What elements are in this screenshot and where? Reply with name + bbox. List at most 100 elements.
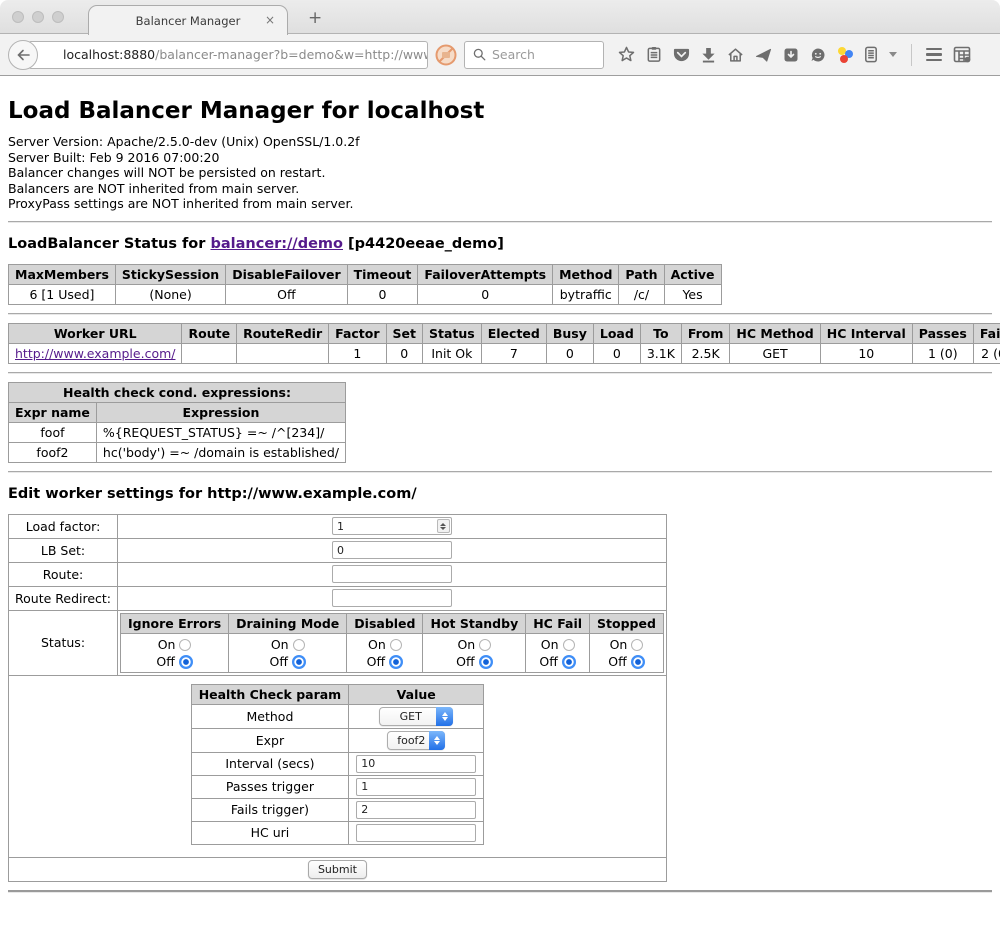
status-radio-row: OnOff OnOff OnOff OnOff OnOff OnOff — [121, 633, 664, 672]
server-version-line: Server Version: Apache/2.5.0-dev (Unix) … — [8, 134, 992, 150]
downloads-icon[interactable] — [701, 47, 716, 63]
hot-standby-on-radio[interactable] — [479, 639, 491, 651]
hc-uri-input[interactable] — [356, 824, 476, 842]
balancer-status-heading: LoadBalancer Status for balancer://demo … — [8, 236, 992, 252]
lb-set-label: LB Set: — [9, 538, 118, 562]
route-label: Route: — [9, 562, 118, 586]
form-row-route-redirect: Route Redirect: — [9, 586, 667, 610]
ignore-errors-off-radio[interactable] — [179, 655, 193, 669]
divider — [8, 372, 992, 374]
proxypass-note-line: ProxyPass settings are NOT inherited fro… — [8, 196, 992, 212]
submit-button[interactable]: Submit — [308, 860, 367, 879]
form-row-load-factor: Load factor: — [9, 514, 667, 538]
status-table: Ignore Errors Draining Mode Disabled Hot… — [120, 613, 664, 673]
zoom-window-button[interactable] — [52, 11, 64, 23]
tab-balancer-manager[interactable]: Balancer Manager × — [88, 5, 288, 35]
table-header-row: Ignore Errors Draining Mode Disabled Hot… — [121, 613, 664, 633]
minimize-window-button[interactable] — [32, 11, 44, 23]
stopped-on-radio[interactable] — [631, 639, 643, 651]
form-row-submit: Submit — [9, 857, 667, 881]
tab-title: Balancer Manager — [136, 14, 241, 28]
health-check-expressions-table: Health check cond. expressions: Expr nam… — [8, 382, 346, 463]
close-window-button[interactable] — [12, 11, 24, 23]
page-content: Load Balancer Manager for localhost Serv… — [0, 98, 1000, 893]
search-icon — [473, 48, 486, 61]
page-title: Load Balancer Manager for localhost — [8, 98, 992, 124]
draining-mode-on-radio[interactable] — [293, 639, 305, 651]
feedback-smiley-icon[interactable] — [810, 47, 826, 63]
route-redirect-input[interactable] — [332, 589, 452, 607]
bookmark-star-icon[interactable] — [618, 46, 635, 63]
search-bar[interactable]: Search — [464, 41, 604, 69]
hc-fails-row: Fails trigger) — [191, 798, 484, 821]
select-stepper-icon — [429, 731, 445, 750]
table-row: foof2 hc('body') =~ /domain is establish… — [9, 442, 346, 462]
back-button[interactable] — [8, 40, 38, 70]
hc-fail-on-radio[interactable] — [563, 639, 575, 651]
lb-set-input[interactable] — [332, 541, 452, 559]
select-stepper-icon — [436, 707, 453, 726]
form-row-health-check: Health Check param Value Method GET — [9, 675, 667, 857]
draining-mode-off-radio[interactable] — [292, 655, 306, 669]
persist-note-line: Balancer changes will NOT be persisted o… — [8, 165, 992, 181]
hc-method-select[interactable]: GET — [379, 707, 453, 726]
table-row: 6 [1 Used] (None) Off 0 0 bytraffic /c/ … — [9, 284, 722, 304]
server-built-line: Server Built: Feb 9 2016 07:00:20 — [8, 150, 992, 166]
home-icon[interactable] — [727, 47, 744, 63]
adblock-icon[interactable] — [434, 43, 458, 67]
hc-interval-label: Interval (secs) — [191, 752, 349, 775]
hc-uri-label: HC uri — [191, 821, 349, 844]
health-check-param-table: Health Check param Value Method GET — [191, 684, 485, 845]
divider — [8, 890, 992, 893]
tab-close-icon[interactable]: × — [263, 13, 277, 27]
stopped-off-radio[interactable] — [631, 655, 645, 669]
reading-list-icon[interactable] — [646, 46, 662, 63]
hc-expr-select[interactable]: foof2 — [387, 731, 445, 750]
number-spinner-icon[interactable] — [437, 519, 450, 533]
send-icon[interactable] — [755, 47, 772, 63]
table-row: foof %{REQUEST_STATUS} =~ /^[234]/ — [9, 422, 346, 442]
new-tab-button[interactable]: + — [300, 8, 330, 28]
route-input[interactable] — [332, 565, 452, 583]
table-title-row: Health check cond. expressions: — [9, 382, 346, 402]
ignore-errors-on-radio[interactable] — [179, 639, 191, 651]
navigation-toolbar: localhost:8880/balancer-manager?b=demo&w… — [0, 34, 1000, 76]
disabled-off-radio[interactable] — [389, 655, 403, 669]
sidebar-grid-icon[interactable] — [953, 46, 971, 63]
hc-fails-label: Fails trigger) — [191, 798, 349, 821]
extension-square-icon[interactable] — [783, 47, 799, 63]
pocket-icon[interactable] — [673, 47, 690, 63]
table-header-row: Worker URL Route RouteRedir Factor Set S… — [9, 323, 1000, 343]
edit-worker-form: Load factor: LB Set: Route: Route Redire… — [8, 514, 667, 882]
toolbar-icons — [618, 44, 971, 66]
table-header-row: MaxMembers StickySession DisableFailover… — [9, 264, 722, 284]
worker-url-link[interactable]: http://www.example.com/ — [15, 346, 175, 361]
table-row: http://www.example.com/ 1 0 Init Ok 7 0 … — [9, 343, 1000, 363]
container-extension-icon[interactable] — [864, 46, 878, 63]
disabled-on-radio[interactable] — [390, 639, 402, 651]
colors-extension-icon[interactable] — [837, 47, 853, 63]
hc-interval-input[interactable] — [356, 755, 476, 773]
search-placeholder: Search — [492, 47, 535, 62]
hc-uri-row: HC uri — [191, 821, 484, 844]
hc-fail-off-radio[interactable] — [562, 655, 576, 669]
balancer-demo-link[interactable]: balancer://demo — [210, 236, 343, 252]
hc-fails-input[interactable] — [356, 801, 476, 819]
hc-passes-row: Passes trigger — [191, 775, 484, 798]
inherit-note-line: Balancers are NOT inherited from main se… — [8, 181, 992, 197]
hc-method-label: Method — [191, 704, 349, 728]
hc-expr-row: Expr foof2 — [191, 728, 484, 752]
route-redirect-label: Route Redirect: — [9, 586, 118, 610]
url-bar[interactable]: localhost:8880/balancer-manager?b=demo&w… — [28, 41, 428, 69]
hot-standby-off-radio[interactable] — [479, 655, 493, 669]
load-factor-input[interactable] — [332, 517, 452, 535]
chevron-down-icon[interactable] — [889, 52, 897, 57]
url-text: localhost:8880/balancer-manager?b=demo&w… — [63, 47, 428, 62]
browser-chrome: Balancer Manager × + localhost:8880/bala… — [0, 0, 1000, 76]
edit-worker-heading: Edit worker settings for http://www.exam… — [8, 486, 992, 502]
balancer-status-table: MaxMembers StickySession DisableFailover… — [8, 264, 722, 305]
hc-passes-label: Passes trigger — [191, 775, 349, 798]
toolbar-divider — [911, 44, 912, 66]
hc-passes-input[interactable] — [356, 778, 476, 796]
menu-icon[interactable] — [926, 48, 942, 62]
